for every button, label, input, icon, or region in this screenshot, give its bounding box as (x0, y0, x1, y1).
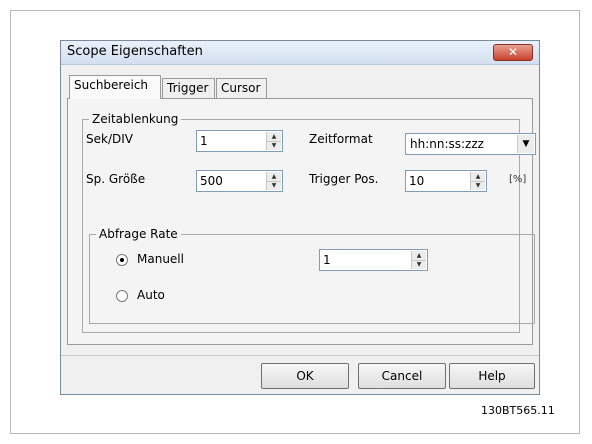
spin-down-icon[interactable]: ▼ (412, 260, 426, 269)
sek-div-value: 1 (200, 134, 208, 148)
scope-properties-dialog: Scope Eigenschaften ✕ Suchbereich Trigge… (60, 40, 540, 395)
zeitformat-label: Zeitformat (309, 132, 373, 146)
auto-radio[interactable] (116, 290, 128, 302)
trigger-pos-unit: [%] (509, 174, 527, 185)
sek-div-label: Sek/DIV (86, 132, 133, 146)
sp-groesse-label: Sp. Größe (86, 172, 146, 186)
title-bar: Scope Eigenschaften ✕ (61, 41, 539, 65)
auto-label[interactable]: Auto (137, 288, 165, 302)
tab-suchbereich-label: Suchbereich (74, 78, 149, 92)
tab-suchbereich[interactable]: Suchbereich (69, 75, 161, 99)
zeitablenkung-group: Zeitablenkung Sek/DIV 1 ▲ ▼ Zeitformat h… (82, 112, 536, 333)
spin-down-icon[interactable]: ▼ (267, 141, 281, 150)
close-button[interactable]: ✕ (493, 44, 533, 61)
suchbereich-panel: Zeitablenkung Sek/DIV 1 ▲ ▼ Zeitformat h… (67, 98, 536, 345)
spin-down-icon[interactable]: ▼ (471, 181, 485, 190)
dialog-title: Scope Eigenschaften (67, 44, 203, 59)
tab-trigger[interactable]: Trigger (162, 78, 215, 98)
zeitformat-value: hh:nn:ss:zzz (410, 137, 484, 151)
manuell-rate-value: 1 (323, 253, 331, 267)
close-icon: ✕ (507, 45, 519, 59)
button-separator (61, 355, 539, 356)
sp-groesse-arrows: ▲ ▼ (266, 172, 281, 190)
trigger-pos-arrows: ▲ ▼ (470, 172, 485, 190)
ok-button-label: OK (296, 369, 314, 383)
sp-groesse-spinner[interactable]: 500 ▲ ▼ (196, 170, 283, 192)
tab-cursor[interactable]: Cursor (216, 78, 267, 98)
figure-code: 130BT565.11 (481, 404, 555, 417)
sek-div-spinner[interactable]: 1 ▲ ▼ (196, 130, 283, 152)
ok-button[interactable]: OK (261, 363, 349, 389)
manuell-rate-arrows: ▲ ▼ (411, 251, 426, 269)
abfrage-rate-legend: Abfrage Rate (96, 227, 181, 241)
manuell-radio[interactable] (116, 254, 128, 266)
sek-div-arrows: ▲ ▼ (266, 132, 281, 150)
spin-down-icon[interactable]: ▼ (267, 181, 281, 190)
help-button-label: Help (478, 369, 506, 383)
trigger-pos-value: 10 (409, 174, 425, 188)
manuell-rate-spinner[interactable]: 1 ▲ ▼ (319, 249, 428, 271)
zeitformat-select[interactable]: hh:nn:ss:zzz ▼ (405, 133, 536, 155)
dropdown-arrow-icon[interactable]: ▼ (517, 135, 534, 153)
trigger-pos-spinner[interactable]: 10 ▲ ▼ (405, 170, 487, 192)
trigger-pos-label: Trigger Pos. (309, 172, 379, 186)
cancel-button[interactable]: Cancel (358, 363, 446, 389)
cancel-button-label: Cancel (381, 369, 423, 383)
help-button[interactable]: Help (449, 363, 535, 389)
manuell-label[interactable]: Manuell (137, 252, 184, 266)
abfrage-rate-group: Abfrage Rate Manuell 1 ▲ ▼ Auto (89, 227, 535, 324)
sp-groesse-value: 500 (200, 174, 223, 188)
tab-cursor-label: Cursor (221, 81, 261, 95)
tab-trigger-label: Trigger (167, 81, 209, 95)
zeitablenkung-legend: Zeitablenkung (89, 112, 182, 126)
radio-selected-dot (120, 258, 124, 262)
